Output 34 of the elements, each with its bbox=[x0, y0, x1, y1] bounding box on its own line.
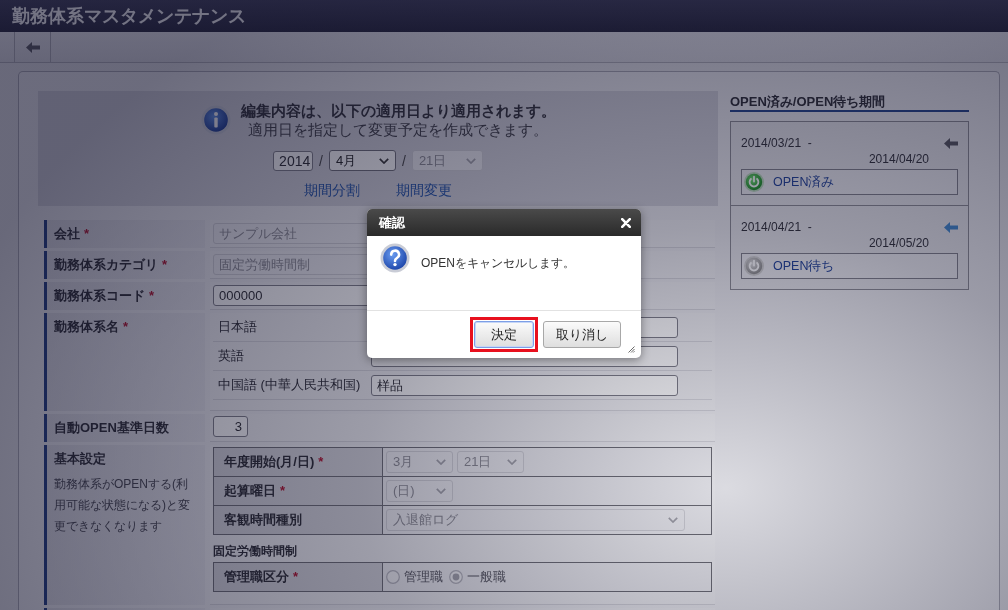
notice-text: 適用日を指定して変更予定を作成できます。 bbox=[248, 120, 548, 139]
setting-label: 管理職区分 bbox=[224, 569, 289, 585]
required-mark: * bbox=[123, 319, 129, 335]
notice-heading: 編集内容は、以下の適用日より適用されます。 bbox=[240, 101, 556, 120]
window-title: 勤務体系マスタメンテナンス bbox=[12, 5, 246, 27]
field-label: 会社 bbox=[54, 226, 80, 242]
required-mark: * bbox=[84, 226, 90, 242]
period-end-date: 2014/05/20 bbox=[868, 235, 929, 251]
field-label: 自動OPEN基準日数 bbox=[54, 420, 169, 436]
period-end-date: 2014/04/20 bbox=[868, 151, 929, 167]
required-mark: * bbox=[293, 569, 299, 585]
periods-heading: OPEN済み/OPEN待ち期間 bbox=[730, 94, 969, 112]
language-label: 日本語 bbox=[217, 318, 258, 336]
setting-label: 年度開始(月/日) bbox=[224, 454, 315, 470]
field-label: 勤務体系カテゴリ bbox=[54, 257, 158, 273]
date-separator: / bbox=[319, 151, 323, 170]
field-label: 勤務体系名 bbox=[54, 319, 119, 335]
dialog-message: OPENをキャンセルします。 bbox=[421, 255, 575, 272]
field-label: 基本設定 bbox=[54, 451, 106, 467]
language-label: 中国語 (中華人民共和国) bbox=[217, 376, 362, 394]
required-mark: * bbox=[162, 257, 168, 273]
period-start-date: 2014/04/21 - bbox=[741, 219, 812, 235]
dialog-title: 確認 bbox=[379, 213, 405, 232]
required-mark: * bbox=[318, 454, 324, 470]
setting-label: 客観時間種別 bbox=[224, 512, 302, 528]
language-label: 英語 bbox=[217, 347, 245, 365]
date-separator: / bbox=[402, 151, 406, 170]
period-start-date: 2014/03/21 - bbox=[741, 135, 812, 151]
required-mark: * bbox=[280, 483, 286, 499]
setting-label: 起算曜日 bbox=[224, 483, 276, 499]
required-mark: * bbox=[149, 288, 155, 304]
form-note: 勤務体系がOPENする(利用可能な状態になる)と変更できなくなります bbox=[54, 476, 191, 535]
field-label: 勤務体系コード bbox=[54, 288, 145, 304]
section-heading: 固定労働時間制 bbox=[213, 544, 298, 559]
